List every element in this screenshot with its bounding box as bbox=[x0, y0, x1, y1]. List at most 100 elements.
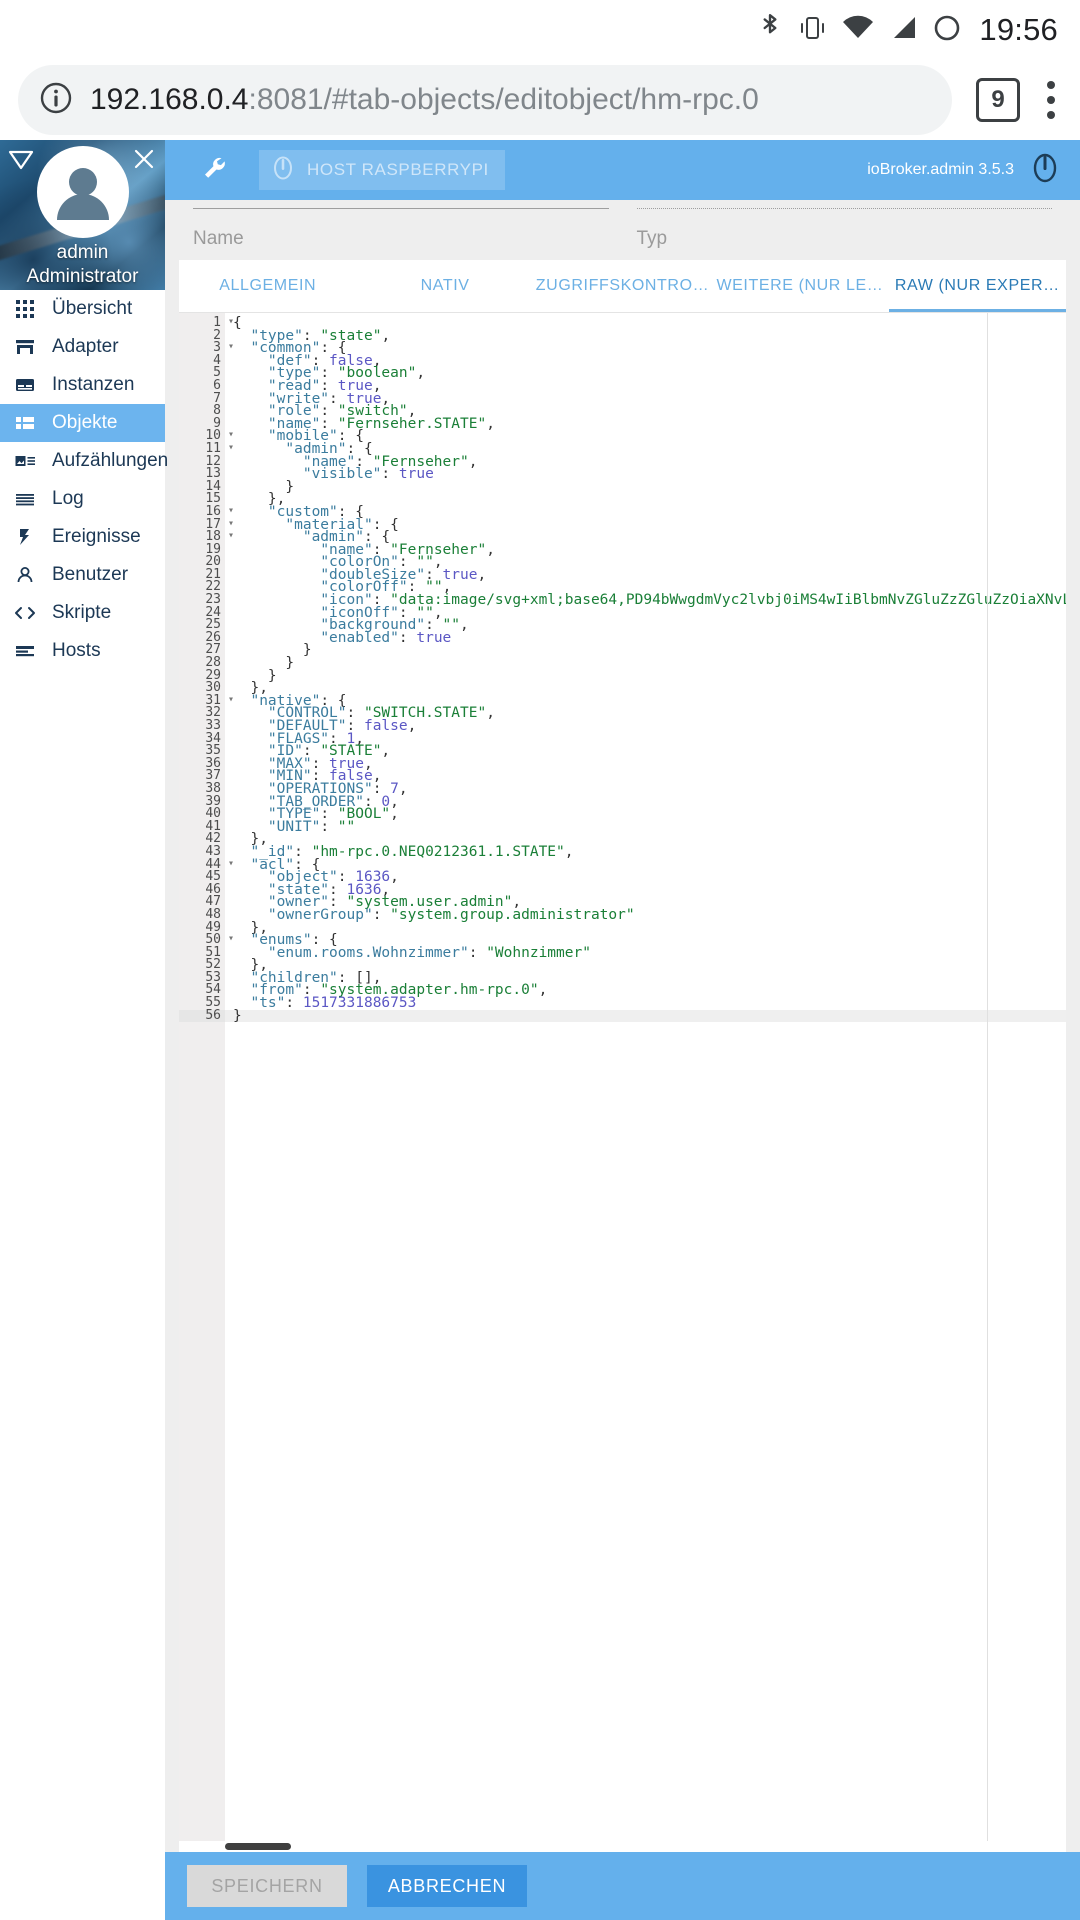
sidebar-item-ereignisse[interactable]: Ereignisse bbox=[0, 518, 165, 556]
code-line[interactable]: "type": "state", bbox=[233, 328, 1066, 343]
tab-count-button[interactable]: 9 bbox=[976, 78, 1020, 122]
line-number: 56 bbox=[179, 1009, 225, 1023]
type-field-label: Typ bbox=[636, 228, 668, 249]
lines-icon bbox=[12, 489, 38, 509]
code-line[interactable]: "enum.rooms.Wohnzimmer": "Wohnzimmer" bbox=[233, 945, 1066, 960]
code-line[interactable]: "enabled": true bbox=[233, 631, 1066, 646]
kebab-menu-icon[interactable] bbox=[1046, 81, 1056, 119]
power-icon[interactable] bbox=[1028, 151, 1062, 190]
tab-bar: ALLGEMEIN NATIV ZUGRIFFSKONTRO… WEITERE … bbox=[179, 260, 1066, 312]
sidebar-item-benutzer[interactable]: Benutzer bbox=[0, 556, 165, 594]
tab-weitere[interactable]: WEITERE (NUR LE… bbox=[711, 260, 888, 312]
tab-label: NATIV bbox=[420, 277, 470, 294]
sidebar-item-label: Aufzählungen bbox=[52, 450, 169, 471]
tab-raw[interactable]: RAW (NUR EXPER… bbox=[888, 260, 1066, 312]
grid-icon bbox=[12, 299, 38, 319]
code-area[interactable]: { "type": "state", "common": { "def": fa… bbox=[225, 313, 1066, 1852]
app-toolbar: HOST RASPBERRYPI ioBroker.admin 3.5.3 bbox=[165, 140, 1080, 200]
sidebar: admin Administrator Übersicht Adapter In… bbox=[0, 140, 169, 1920]
sidebar-nav: Übersicht Adapter Instanzen Objekte Aufz… bbox=[0, 290, 169, 670]
main-content: HOST RASPBERRYPI ioBroker.admin 3.5.3 Na… bbox=[165, 140, 1080, 1920]
code-line[interactable]: "ts": 1517331886753 bbox=[233, 996, 1066, 1011]
app-viewport: admin Administrator Übersicht Adapter In… bbox=[0, 140, 1080, 1920]
json-editor[interactable]: 1234567891011121314151617181920212223242… bbox=[179, 312, 1066, 1852]
version-label: ioBroker.admin 3.5.3 bbox=[867, 161, 1014, 178]
vibrate-icon bbox=[797, 13, 827, 48]
avatar[interactable] bbox=[36, 146, 129, 238]
wrench-icon[interactable] bbox=[201, 154, 229, 187]
sidebar-item-label: Adapter bbox=[52, 336, 119, 357]
editor-horizontal-scroll-track[interactable] bbox=[179, 1841, 1066, 1852]
line-number-gutter: 1234567891011121314151617181920212223242… bbox=[179, 313, 234, 1852]
tab-zugriffskontrolle[interactable]: ZUGRIFFSKONTRO… bbox=[534, 260, 711, 312]
android-status-bar: 19:56 bbox=[0, 0, 1080, 60]
sidebar-item-label: Übersicht bbox=[52, 298, 133, 319]
sidebar-item-hosts[interactable]: Hosts bbox=[0, 632, 165, 670]
cancel-button[interactable]: ABBRECHEN bbox=[367, 1865, 527, 1907]
tab-allgemein[interactable]: ALLGEMEIN bbox=[179, 260, 356, 312]
list-icon bbox=[12, 413, 38, 433]
tab-label: ZUGRIFFSKONTRO… bbox=[535, 277, 710, 294]
code-icon bbox=[12, 603, 38, 623]
sidebar-item-skripte[interactable]: Skripte bbox=[0, 594, 165, 632]
code-line[interactable]: } bbox=[233, 656, 1066, 671]
code-line[interactable]: "TYPE": "BOOL", bbox=[233, 807, 1066, 822]
enum-icon bbox=[12, 451, 38, 471]
sidebar-item-label: Objekte bbox=[52, 412, 118, 433]
code-line[interactable]: } bbox=[233, 479, 1066, 494]
sidebar-item-label: Hosts bbox=[52, 640, 101, 661]
host-button-label: HOST RASPBERRYPI bbox=[307, 160, 489, 179]
browser-toolbar: 192.168.0.4:8081/#tab-objects/editobject… bbox=[0, 60, 1080, 140]
tab-label: RAW (NUR EXPER… bbox=[894, 277, 1060, 294]
close-icon[interactable] bbox=[133, 148, 155, 174]
code-line[interactable]: }, bbox=[233, 920, 1066, 935]
code-line[interactable]: }, bbox=[233, 681, 1066, 696]
name-field[interactable]: Name bbox=[193, 208, 609, 260]
editor-horizontal-scrollbar[interactable] bbox=[225, 1843, 291, 1850]
address-bar[interactable]: 192.168.0.4:8081/#tab-objects/editobject… bbox=[18, 65, 952, 135]
code-line[interactable]: } bbox=[225, 1008, 1066, 1023]
info-icon[interactable] bbox=[38, 80, 74, 121]
status-clock: 19:56 bbox=[979, 12, 1058, 47]
circle-icon bbox=[933, 13, 961, 48]
editor-print-margin bbox=[987, 313, 988, 1852]
code-editor-surface[interactable]: 1234567891011121314151617181920212223242… bbox=[179, 313, 1066, 1852]
bluetooth-icon bbox=[757, 12, 783, 49]
sidebar-item-uebersicht[interactable]: Übersicht bbox=[0, 290, 165, 328]
store-icon bbox=[12, 337, 38, 357]
sidebar-item-label: Skripte bbox=[52, 602, 112, 623]
code-line[interactable]: "visible": true bbox=[233, 467, 1066, 482]
sidebar-item-log[interactable]: Log bbox=[0, 480, 165, 518]
sidebar-item-aufzaehlungen[interactable]: Aufzählungen bbox=[0, 442, 169, 480]
code-line[interactable]: "ownerGroup": "system.group.administrato… bbox=[233, 908, 1066, 923]
sidebar-user-role: Administrator bbox=[26, 266, 139, 287]
object-fields-row: Name Typ bbox=[165, 200, 1080, 260]
sidebar-username: admin bbox=[56, 242, 109, 263]
wifi-icon bbox=[841, 13, 875, 48]
sidebar-item-label: Benutzer bbox=[52, 564, 129, 585]
type-field[interactable]: Typ bbox=[636, 208, 1052, 260]
host-button[interactable]: HOST RASPBERRYPI bbox=[259, 150, 505, 190]
save-button[interactable]: SPEICHERN bbox=[187, 1865, 347, 1907]
code-line[interactable]: } bbox=[233, 643, 1066, 658]
tab-nativ[interactable]: NATIV bbox=[356, 260, 533, 312]
code-line[interactable]: "UNIT": "" bbox=[233, 820, 1066, 835]
card-icon bbox=[12, 375, 38, 395]
sidebar-item-label: Instanzen bbox=[52, 374, 135, 395]
sidebar-item-instanzen[interactable]: Instanzen bbox=[0, 366, 165, 404]
sidebar-item-adapter[interactable]: Adapter bbox=[0, 328, 165, 366]
signal-icon bbox=[889, 13, 919, 48]
server-icon bbox=[12, 641, 38, 661]
url-text: 192.168.0.4:8081/#tab-objects/editobject… bbox=[90, 83, 759, 117]
sidebar-item-label: Log bbox=[52, 488, 84, 509]
code-line[interactable]: "_id": "hm-rpc.0.NEQ0212361.1.STATE", bbox=[233, 845, 1066, 860]
tab-label: WEITERE (NUR LE… bbox=[716, 277, 884, 294]
person-icon bbox=[12, 565, 38, 585]
tab-label: ALLGEMEIN bbox=[219, 277, 317, 294]
action-bar: SPEICHERN ABBRECHEN bbox=[165, 1852, 1080, 1920]
sidebar-item-label: Ereignisse bbox=[52, 526, 141, 547]
collapse-triangle-icon[interactable] bbox=[8, 150, 34, 170]
power-icon bbox=[269, 154, 297, 187]
code-line[interactable]: } bbox=[233, 668, 1066, 683]
sidebar-item-objekte[interactable]: Objekte bbox=[0, 404, 165, 442]
